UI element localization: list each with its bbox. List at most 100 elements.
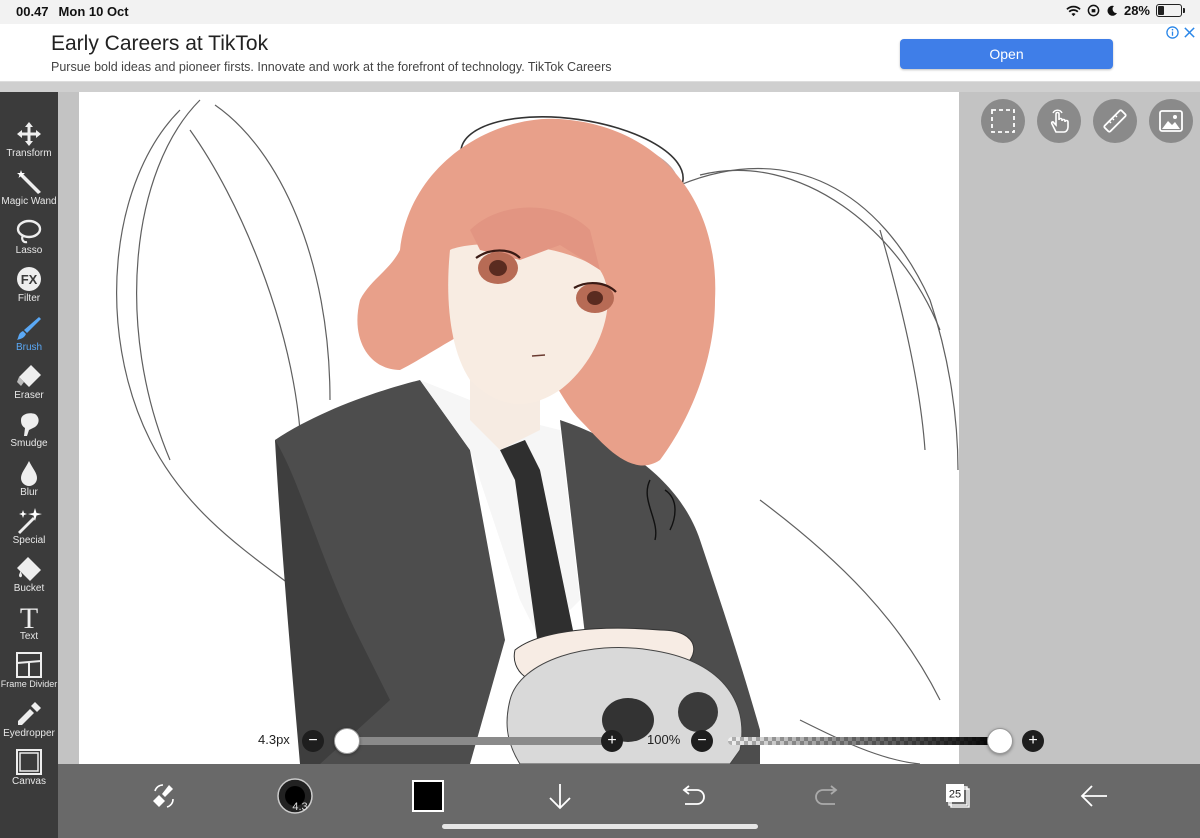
tool-frame-divider[interactable]: Frame Divider: [0, 651, 58, 699]
tool-lasso[interactable]: Lasso: [0, 217, 58, 265]
current-color-swatch[interactable]: [412, 780, 444, 812]
touch-button[interactable]: [1037, 99, 1081, 143]
brush-size-increase-button[interactable]: +: [601, 730, 623, 752]
brush-preview-icon: 4.3: [277, 778, 313, 814]
ad-choices[interactable]: [1166, 26, 1196, 39]
tool-special[interactable]: Special: [0, 507, 58, 555]
ad-subtitle: Pursue bold ideas and pioneer firsts. In…: [51, 60, 612, 74]
ruler-icon: [1103, 109, 1127, 133]
tool-label: Blur: [20, 487, 38, 498]
opacity-increase-button[interactable]: +: [1022, 730, 1044, 752]
tool-canvas[interactable]: Canvas: [0, 748, 58, 796]
fx-icon: FX: [17, 267, 41, 291]
tool-label: Text: [19, 631, 39, 642]
arrow-left-icon: [1080, 785, 1107, 807]
sparkle-icon: [18, 508, 42, 534]
brush-eraser-swap-button[interactable]: [142, 774, 186, 818]
opacity-track[interactable]: [728, 737, 1000, 745]
status-bar: 00.47 Mon 10 Oct 28%: [0, 0, 1200, 24]
drawing-canvas[interactable]: [79, 92, 959, 764]
layers-button[interactable]: 25: [936, 774, 980, 818]
opacity-knob[interactable]: [987, 728, 1013, 754]
arrow-down-icon: [549, 784, 571, 810]
tool-label: Frame Divider: [0, 679, 58, 689]
tool-label: Eraser: [14, 390, 44, 401]
color-picker-button[interactable]: [406, 774, 450, 818]
battery-icon: [1156, 4, 1185, 17]
status-date: Mon 10 Oct: [58, 4, 129, 19]
battery-fill: [1158, 6, 1164, 15]
moon-icon: [1107, 5, 1117, 16]
battery-percent: 28%: [1123, 3, 1150, 18]
tool-label: Smudge: [10, 438, 48, 449]
canvas-icon: [16, 749, 42, 775]
tool-magic-wand[interactable]: Magic Wand: [0, 168, 58, 216]
frame-divider-icon: [16, 652, 42, 678]
selection-button[interactable]: [981, 99, 1025, 143]
tool-filter[interactable]: FX Filter: [0, 265, 58, 313]
tool-label: Transform: [6, 148, 52, 159]
magic-wand-icon: [17, 170, 41, 194]
ad-title[interactable]: Early Careers at TikTok: [51, 32, 268, 56]
layers-count: 25: [949, 789, 961, 801]
divider: [0, 82, 1200, 92]
redo-icon: [815, 785, 838, 805]
tool-brush[interactable]: Brush: [0, 314, 58, 362]
ruler-button[interactable]: [1093, 99, 1137, 143]
brush-eraser-swap-icon: [153, 784, 174, 808]
tool-label: Special: [12, 535, 46, 546]
brush-preview-button[interactable]: 4.3: [273, 774, 317, 818]
lasso-icon: [16, 219, 42, 244]
brush-size-decrease-button[interactable]: −: [302, 730, 324, 752]
tool-eyedropper[interactable]: Eyedropper: [0, 700, 58, 748]
move-icon: [17, 122, 41, 146]
brush-size-value: 4.3px: [258, 732, 290, 747]
layers-icon: 25: [946, 784, 970, 808]
tool-smudge[interactable]: Smudge: [0, 410, 58, 458]
opacity-value: 100%: [647, 732, 681, 747]
smudge-icon: [21, 413, 39, 436]
down-button[interactable]: [538, 774, 582, 818]
tool-label: Canvas: [12, 776, 46, 787]
undo-icon: [682, 785, 705, 805]
image-button[interactable]: [1149, 99, 1193, 143]
brush-preview-value: 4.3: [292, 801, 307, 813]
touch-icon: [1050, 109, 1069, 133]
image-icon: [1159, 110, 1183, 132]
orientation-lock-icon: [1087, 4, 1100, 17]
tool-label: Filter: [17, 293, 41, 304]
droplet-icon: [21, 461, 37, 486]
redo-button[interactable]: [805, 774, 849, 818]
close-icon[interactable]: [1183, 26, 1196, 39]
selection-icon: [991, 109, 1015, 133]
text-icon: T: [20, 603, 38, 631]
ad-banner[interactable]: Early Careers at TikTok Pursue bold idea…: [0, 24, 1200, 82]
status-time: 00.47: [16, 4, 49, 19]
fx-glyph: FX: [21, 272, 38, 287]
tool-text[interactable]: T Text: [0, 603, 58, 651]
tool-label: Magic Wand: [1, 196, 57, 207]
tool-label: Lasso: [15, 245, 43, 256]
opacity-decrease-button[interactable]: −: [691, 730, 713, 752]
eraser-icon: [17, 365, 41, 387]
brush-size-track[interactable]: [346, 737, 612, 745]
tool-bucket[interactable]: Bucket: [0, 555, 58, 603]
artwork[interactable]: [79, 92, 959, 764]
tool-eraser[interactable]: Eraser: [0, 362, 58, 410]
tool-blur[interactable]: Blur: [0, 459, 58, 507]
tool-label: Eyedropper: [3, 728, 55, 739]
brush-icon: [17, 317, 41, 340]
brush-size-knob[interactable]: [334, 728, 360, 754]
tool-label: Brush: [15, 342, 43, 353]
tool-label: Bucket: [13, 583, 45, 594]
tool-transform[interactable]: Transform: [0, 120, 58, 168]
left-toolbar: Transform Magic Wand Lasso FX Filter Bru…: [0, 92, 58, 838]
back-button[interactable]: [1072, 774, 1116, 818]
ad-open-button[interactable]: Open: [900, 39, 1113, 69]
home-indicator[interactable]: [442, 824, 758, 829]
bucket-icon: [17, 557, 41, 581]
info-icon[interactable]: [1166, 26, 1179, 39]
eyedropper-icon: [18, 702, 41, 725]
undo-button[interactable]: [671, 774, 715, 818]
wifi-icon: [1066, 5, 1081, 16]
